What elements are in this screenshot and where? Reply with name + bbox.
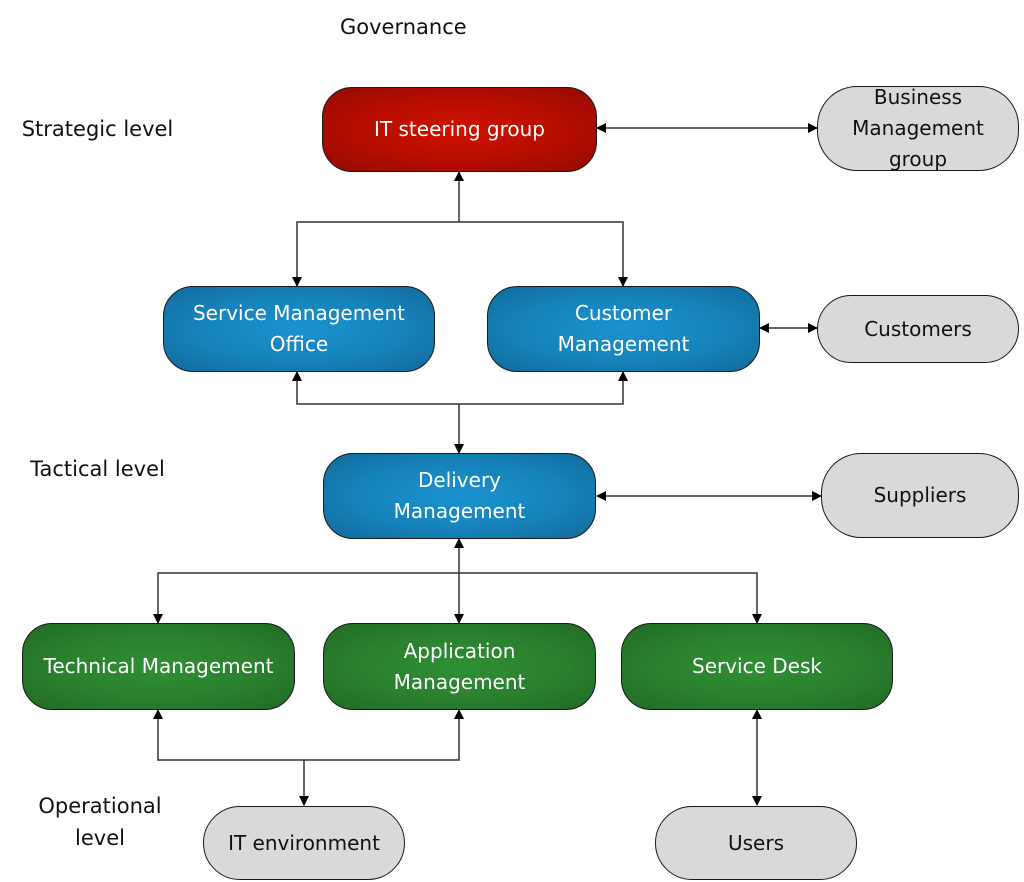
node-technical-management[interactable]: Technical Management [22, 623, 295, 710]
connector-to-technical [153, 572, 459, 624]
connector-up-to-technical [153, 709, 304, 761]
node-label: Service Desk [692, 654, 822, 678]
operational-label-line2: level [75, 826, 125, 850]
node-label: Customer Management [558, 298, 690, 360]
node-label-line: Customer [574, 301, 673, 325]
node-label-line: Delivery [417, 468, 502, 492]
node-label: Service Management Office [193, 298, 405, 360]
node-label: IT environment [228, 830, 380, 855]
node-service-desk[interactable]: Service Desk [621, 623, 893, 710]
node-label-line: Management [852, 116, 984, 140]
node-label-line: Office [269, 332, 329, 356]
node-delivery-management[interactable]: Delivery Management [323, 453, 596, 539]
node-customer-management[interactable]: Customer Management [487, 286, 760, 372]
node-label-line: Service Management [192, 301, 406, 325]
node-users[interactable]: Users [655, 806, 857, 880]
connector-to-service-desk [459, 572, 762, 624]
node-label: Delivery Management [394, 465, 526, 527]
governance-label: Governance [340, 15, 467, 39]
operational-label-line1: Operational [38, 794, 162, 818]
node-label-line: Management [393, 669, 526, 694]
node-label: Users [727, 830, 784, 855]
connector-up-to-application [304, 709, 464, 761]
connector-up-to-smo [292, 371, 459, 405]
connector-to-smo [292, 221, 459, 287]
node-it-steering-group[interactable]: IT steering group [322, 87, 597, 172]
operational-level-label: Operational level [10, 790, 190, 854]
node-label-line: group [888, 147, 948, 171]
node-label: Technical Management [43, 654, 274, 678]
node-label: Customers [864, 316, 972, 341]
node-label: IT steering group [374, 117, 545, 141]
node-label: Application Management [394, 636, 526, 698]
node-suppliers[interactable]: Suppliers [821, 453, 1019, 538]
node-label: Business Management group [852, 82, 984, 175]
tactical-level-label: Tactical level [30, 457, 165, 481]
node-customers[interactable]: Customers [817, 295, 1019, 363]
node-it-environment[interactable]: IT environment [203, 806, 405, 880]
node-service-management-office[interactable]: Service Management Office [163, 286, 435, 372]
node-application-management[interactable]: Application Management [323, 623, 596, 710]
connector-to-customer-mgmt [459, 221, 628, 287]
strategic-level-label: Strategic level [21, 117, 174, 141]
node-label: Suppliers [873, 483, 967, 507]
node-business-management-group[interactable]: Business Management group [817, 85, 1019, 171]
node-label-line: Application [403, 638, 516, 663]
node-label-line: Management [557, 332, 690, 356]
node-label-line: Management [393, 499, 526, 523]
connector-up-to-custmgmt [459, 371, 628, 405]
node-label-line: Business [873, 85, 963, 109]
